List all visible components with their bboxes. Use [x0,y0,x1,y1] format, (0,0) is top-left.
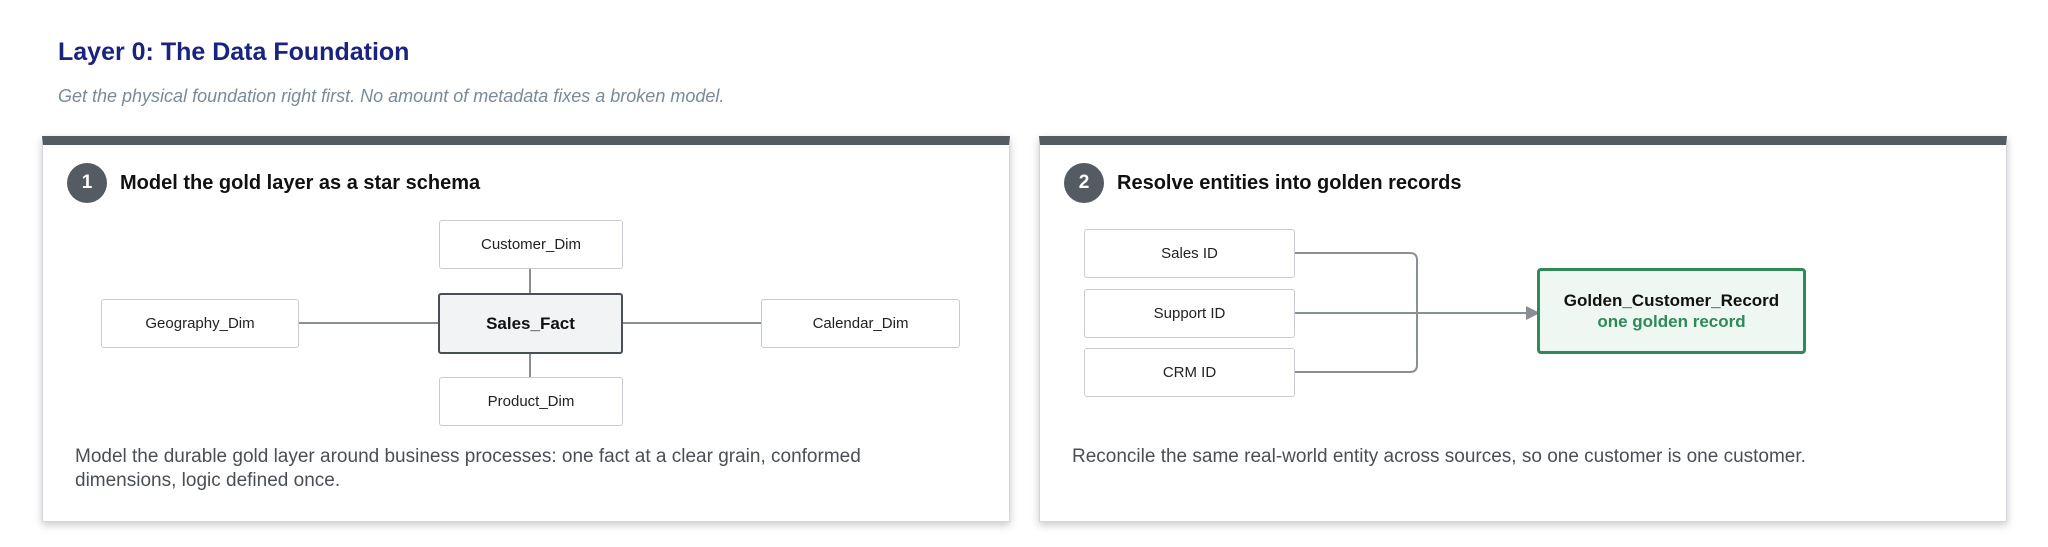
calendar-dim-node: Calendar_Dim [761,299,960,348]
golden-record-title: Golden_Customer_Record [1563,291,1780,310]
entity-resolution-panel: 2 Resolve entities into golden records S… [1039,136,2007,522]
sales-fact-node: Sales_Fact [438,293,623,354]
connector-crm-id [1294,300,1418,373]
page-title: Layer 0: The Data Foundation [58,38,410,66]
customer-dim-node: Customer_Dim [439,220,623,269]
product-dim-node: Product_Dim [439,377,623,426]
page-subtitle: Get the physical foundation right first.… [58,86,725,106]
golden-record-subtitle: one golden record [1597,312,1746,331]
geography-dim-node: Geography_Dim [101,299,299,348]
star-schema-panel: 1 Model the gold layer as a star schema … [42,136,1010,522]
sales-id-node: Sales ID [1084,229,1295,278]
connector-sales-id [1294,252,1418,300]
golden-record-node: Golden_Customer_Record one golden record [1537,268,1806,354]
crm-id-node: CRM ID [1084,348,1295,397]
support-id-node: Support ID [1084,289,1295,338]
